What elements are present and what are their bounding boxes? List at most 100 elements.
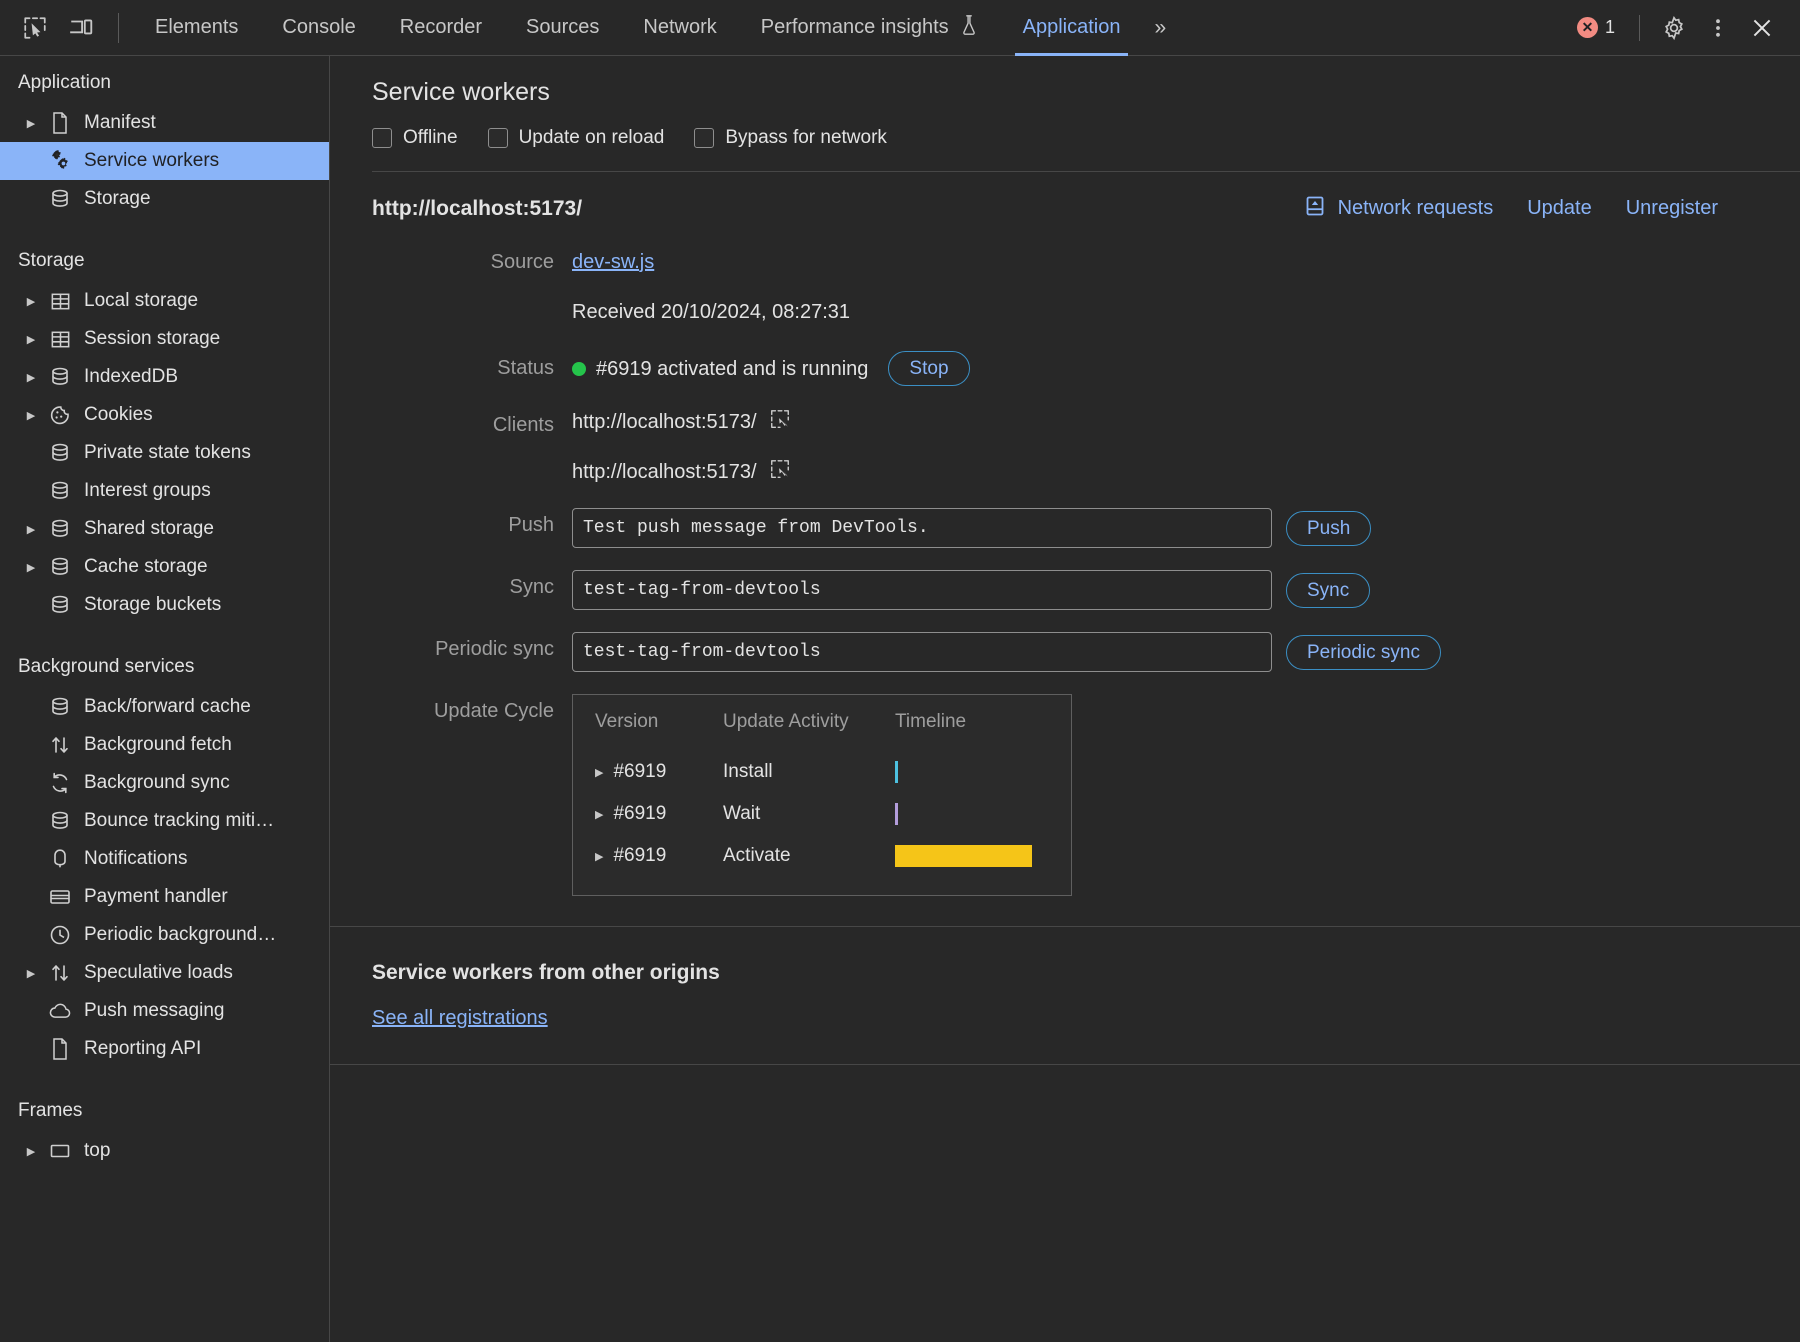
- network-requests-button[interactable]: Network requests: [1303, 194, 1494, 223]
- cloud-icon: [44, 999, 76, 1023]
- push-button[interactable]: Push: [1286, 511, 1371, 546]
- checkbox-box[interactable]: [694, 128, 714, 148]
- chevron-right-icon[interactable]: ▶: [18, 561, 44, 574]
- client-url: http://localhost:5173/: [572, 411, 757, 434]
- chevron-right-icon[interactable]: ▶: [18, 295, 44, 308]
- sync-input[interactable]: [572, 570, 1272, 610]
- checkbox-box[interactable]: [488, 128, 508, 148]
- sidebar-item-background-sync[interactable]: ▶ Background sync: [0, 764, 329, 802]
- source-file-link[interactable]: dev-sw.js: [572, 251, 654, 273]
- sidebar-item-reporting-api[interactable]: ▶ Reporting API: [0, 1030, 329, 1068]
- device-toolbar-icon[interactable]: [58, 8, 104, 48]
- periodic-sync-button[interactable]: Periodic sync: [1286, 635, 1441, 670]
- sidebar-group-application: Application: [0, 62, 329, 104]
- sync-button[interactable]: Sync: [1286, 573, 1370, 608]
- table-row[interactable]: ▶ #6919 Install: [573, 751, 1071, 793]
- tab-recorder[interactable]: Recorder: [378, 0, 504, 56]
- more-tabs-button[interactable]: »: [1142, 16, 1176, 40]
- sidebar-item-cache-storage[interactable]: ▶ Cache storage: [0, 548, 329, 586]
- inspect-element-icon[interactable]: [12, 8, 58, 48]
- chevron-right-icon[interactable]: ▶: [18, 371, 44, 384]
- tab-sources[interactable]: Sources: [504, 0, 621, 56]
- table-icon: [44, 290, 76, 313]
- push-input[interactable]: [572, 508, 1272, 548]
- tab-network[interactable]: Network: [621, 0, 738, 56]
- close-icon[interactable]: [1742, 8, 1782, 48]
- sidebar-item-service-workers[interactable]: ▶ Service workers: [0, 142, 329, 180]
- tab-performance-insights[interactable]: Performance insights: [739, 0, 1001, 56]
- chevron-right-icon[interactable]: ▶: [18, 523, 44, 536]
- stop-button[interactable]: Stop: [888, 351, 969, 386]
- sidebar-item-label: Push messaging: [84, 1000, 224, 1022]
- cookie-icon: [44, 403, 76, 427]
- status-text: #6919 activated and is running: [596, 352, 868, 386]
- sidebar-item-shared-storage[interactable]: ▶ Shared storage: [0, 510, 329, 548]
- kebab-menu-icon[interactable]: [1698, 8, 1738, 48]
- sidebar-item-payment-handler[interactable]: ▶ Payment handler: [0, 878, 329, 916]
- tab-console[interactable]: Console: [260, 0, 377, 56]
- checkbox-update-on-reload[interactable]: Update on reload: [488, 127, 665, 149]
- sidebar-item-storage-buckets[interactable]: ▶ Storage buckets: [0, 586, 329, 624]
- focus-client-icon[interactable]: [769, 458, 791, 486]
- sidebar-item-background-fetch[interactable]: ▶ Background fetch: [0, 726, 329, 764]
- other-origins-title: Service workers from other origins: [372, 961, 1800, 985]
- database-icon: [44, 695, 76, 719]
- chevron-right-icon[interactable]: ▶: [18, 117, 44, 130]
- sidebar-item-private-state-tokens[interactable]: ▶ Private state tokens: [0, 434, 329, 472]
- see-all-registrations-link[interactable]: See all registrations: [372, 1007, 548, 1030]
- chevron-right-icon[interactable]: ▶: [18, 1145, 44, 1158]
- arrows-updown-icon: [44, 733, 76, 757]
- sync-icon: [44, 771, 76, 795]
- sidebar-item-speculative-loads[interactable]: ▶ Speculative loads: [0, 954, 329, 992]
- column-header-version: Version: [573, 709, 723, 751]
- sidebar-item-bounce-tracking-mitigations[interactable]: ▶ Bounce tracking miti…: [0, 802, 329, 840]
- periodic-sync-input[interactable]: [572, 632, 1272, 672]
- checkbox-offline[interactable]: Offline: [372, 127, 458, 149]
- sidebar-item-local-storage[interactable]: ▶ Local storage: [0, 282, 329, 320]
- tab-application[interactable]: Application: [1001, 0, 1143, 56]
- sidebar-item-manifest[interactable]: ▶ Manifest: [0, 104, 329, 142]
- unregister-button[interactable]: Unregister: [1626, 197, 1718, 220]
- sidebar-item-session-storage[interactable]: ▶ Session storage: [0, 320, 329, 358]
- sidebar-item-push-messaging[interactable]: ▶ Push messaging: [0, 992, 329, 1030]
- table-row[interactable]: ▶ #6919 Activate: [573, 835, 1071, 877]
- row-activity: Install: [723, 751, 895, 793]
- sidebar-item-periodic-background-sync[interactable]: ▶ Periodic background…: [0, 916, 329, 954]
- sidebar-item-notifications[interactable]: ▶ Notifications: [0, 840, 329, 878]
- sidebar-item-top[interactable]: ▶ top: [0, 1132, 329, 1170]
- tab-label: Network: [643, 16, 716, 39]
- sidebar-item-indexeddb[interactable]: ▶ IndexedDB: [0, 358, 329, 396]
- sidebar-gap: [0, 218, 329, 240]
- column-header-timeline: Timeline: [895, 709, 1071, 751]
- focus-client-icon[interactable]: [769, 408, 791, 436]
- panel-bottom-icon: [1303, 194, 1327, 223]
- error-count-badge[interactable]: ✕ 1: [1567, 17, 1625, 38]
- gear-icon[interactable]: [1654, 8, 1694, 48]
- application-sidebar[interactable]: Application ▶ Manifest ▶ Service: [0, 56, 330, 1342]
- update-cycle-label: Update Cycle: [372, 694, 572, 728]
- checkbox-bypass-for-network[interactable]: Bypass for network: [694, 127, 887, 149]
- row-version: #6919: [613, 803, 666, 825]
- sidebar-item-cookies[interactable]: ▶ Cookies: [0, 396, 329, 434]
- update-button[interactable]: Update: [1527, 197, 1592, 220]
- chevron-right-icon[interactable]: ▶: [18, 409, 44, 422]
- sidebar-item-label: Payment handler: [84, 886, 228, 908]
- sidebar-item-back-forward-cache[interactable]: ▶ Back/forward cache: [0, 688, 329, 726]
- source-received-text: Received 20/10/2024, 08:27:31: [572, 295, 850, 329]
- checkbox-label: Update on reload: [519, 127, 665, 149]
- chevron-right-icon[interactable]: ▶: [18, 967, 44, 980]
- divider: [330, 1064, 1800, 1065]
- chevron-right-icon[interactable]: ▶: [595, 850, 603, 863]
- devtools-toolbar: Elements Console Recorder Sources Networ…: [0, 0, 1800, 56]
- checkbox-box[interactable]: [372, 128, 392, 148]
- sidebar-item-interest-groups[interactable]: ▶ Interest groups: [0, 472, 329, 510]
- tab-elements[interactable]: Elements: [133, 0, 260, 56]
- table-row[interactable]: ▶ #6919 Wait: [573, 793, 1071, 835]
- client-item: http://localhost:5173/: [572, 408, 791, 436]
- chevron-right-icon[interactable]: ▶: [595, 808, 603, 821]
- chevron-right-icon[interactable]: ▶: [595, 766, 603, 779]
- sidebar-item-storage[interactable]: ▶ Storage: [0, 180, 329, 218]
- sync-label: Sync: [372, 570, 572, 604]
- panel-header: Service workers Offline Update on reload…: [330, 56, 1800, 172]
- chevron-right-icon[interactable]: ▶: [18, 333, 44, 346]
